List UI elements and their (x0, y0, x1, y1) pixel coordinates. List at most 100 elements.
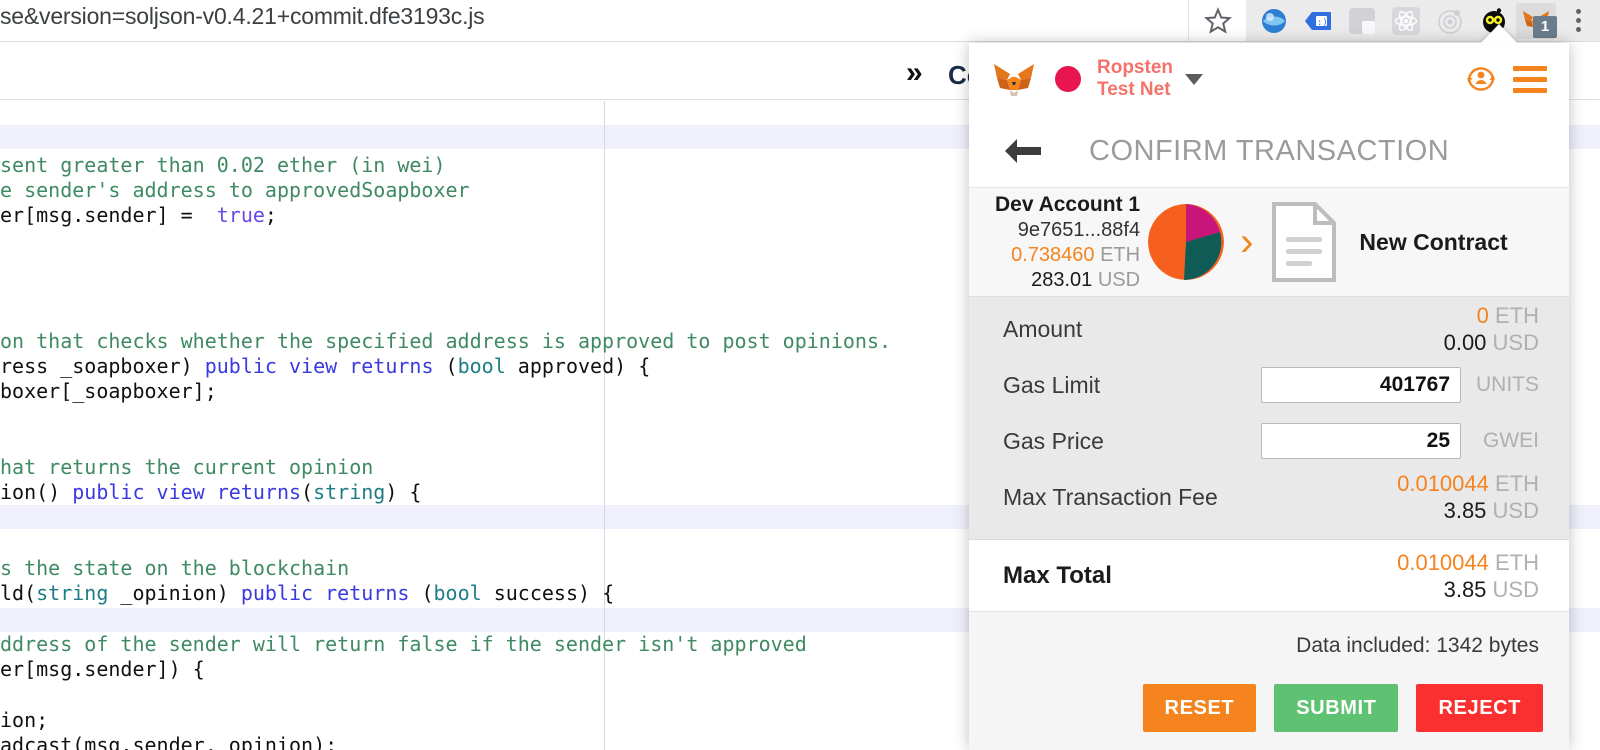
code-token: er[msg.sender] = (0, 203, 205, 227)
code-token: ion() (0, 480, 72, 504)
metamask-title-row: CONFIRM TRANSACTION (969, 115, 1569, 187)
data-included-note: Data included: 1342 bytes (1296, 634, 1539, 658)
code-token: ( (446, 354, 458, 378)
max-total-usd-unit: USD (1493, 577, 1539, 602)
account-switch-icon[interactable] (1463, 62, 1499, 96)
reset-button[interactable]: RESET (1143, 684, 1257, 732)
unit-primary: ETH (1495, 471, 1539, 496)
code-token: sent greater than 0.02 ether (in wei) (0, 153, 446, 177)
detail-row-value: UNITS (1261, 367, 1539, 403)
unit-primary: ETH (1495, 303, 1539, 328)
metamask-fox-logo-icon (991, 59, 1037, 99)
code-token: public view returns (72, 480, 301, 504)
max-total-values: 0.010044 ETH 3.85 USD (1397, 549, 1539, 603)
max-total-eth-unit: ETH (1495, 550, 1539, 575)
sender-address: 9e7651...88f4 (995, 218, 1140, 243)
gas-price-input[interactable] (1261, 423, 1461, 459)
header-actions (1463, 62, 1547, 96)
code-token: ress _soapboxer) (0, 354, 205, 378)
sender-balance-usd-value: 283.01 (1031, 269, 1092, 291)
code-token: ( (301, 480, 313, 504)
reject-button[interactable]: REJECT (1416, 684, 1543, 732)
gas-limit-input[interactable] (1261, 367, 1461, 403)
code-line: er[msg.sender]) { (0, 657, 205, 682)
sender-identicon-avatar (1148, 204, 1224, 280)
code-token: string (313, 480, 385, 504)
three-dot-menu-icon[interactable] (1556, 0, 1600, 41)
hamburger-menu-icon[interactable] (1513, 66, 1547, 93)
sender-balance-eth-value: 0.738460 (1011, 244, 1094, 266)
back-arrow-icon[interactable] (1001, 134, 1047, 168)
recipient-label: New Contract (1359, 229, 1507, 256)
code-line: ion() public view returns(string) { (0, 480, 421, 505)
code-line: e sender's address to approvedSoapboxer (0, 178, 470, 203)
detail-row-label: Gas Price (1003, 428, 1104, 455)
value-stack: 0 ETH 0.00 USD (1444, 302, 1539, 356)
code-token: adcast(msg.sender, opinion); (0, 733, 337, 750)
orbit-extension-icon[interactable] (1428, 0, 1472, 41)
sender-account[interactable]: Dev Account 1 9e7651...88f4 0.738460 ETH… (995, 191, 1140, 293)
document-icon (1269, 201, 1339, 283)
network-name-line2: Test Net (1097, 79, 1171, 100)
value-primary: 0 (1477, 303, 1489, 328)
unit-secondary: USD (1493, 330, 1539, 355)
detail-row-value: 0 ETH 0.00 USD (1444, 302, 1539, 356)
code-token: approved) { (506, 354, 651, 378)
code-line: s the state on the blockchain (0, 556, 349, 581)
gray-square-extension-icon[interactable] (1340, 0, 1384, 41)
sender-balance-usd-unit: USD (1098, 269, 1140, 291)
bookmark-star-icon[interactable] (1188, 0, 1246, 41)
detail-row: Gas Limit UNITS (969, 357, 1569, 413)
address-bar-text[interactable]: se&version=soljson-v0.4.21+commit.dfe319… (0, 3, 484, 30)
direction-chevron-icon: › (1240, 222, 1253, 262)
overflow-chevron-icon[interactable]: » (906, 56, 923, 90)
metamask-popup: Ropsten Test Net CONFIRM TRANSA (969, 43, 1569, 750)
code-token: ion; (0, 708, 48, 732)
blue-globe-extension-icon[interactable] (1252, 0, 1296, 41)
sender-account-name: Dev Account 1 (995, 191, 1140, 218)
action-buttons: RESET SUBMIT REJECT (1143, 684, 1543, 732)
extensions-strip: :) (1246, 0, 1600, 41)
code-line: ion; (0, 708, 48, 733)
code-line: ress _soapboxer) public view returns (bo… (0, 354, 650, 379)
detail-row-value: GWEI (1261, 423, 1539, 459)
code-token: public view returns (205, 354, 446, 378)
chevron-down-icon[interactable] (1185, 74, 1203, 85)
code-token: e sender's address to approvedSoapboxer (0, 178, 470, 202)
detail-row-label: Amount (1003, 316, 1082, 343)
detail-row: Max Transaction Fee0.010044 ETH3.85 USD (969, 469, 1569, 525)
browser-toolbar: se&version=soljson-v0.4.21+commit.dfe319… (0, 0, 1600, 41)
metamask-fox-icon[interactable]: 1 (1516, 3, 1556, 39)
detail-row: Amount 0 ETH 0.00 USD (969, 301, 1569, 357)
submit-button[interactable]: SUBMIT (1274, 684, 1398, 732)
code-token: success) { (482, 581, 614, 605)
unit-label: GWEI (1461, 429, 1539, 453)
sender-balance-usd: 283.01 USD (995, 268, 1140, 293)
value-primary: 0.010044 (1397, 471, 1489, 496)
code-token: ( (409, 581, 433, 605)
network-name-line1: Ropsten (1097, 57, 1173, 78)
code-line: adcast(msg.sender, opinion); (0, 733, 337, 750)
metamask-footer: Data included: 1342 bytes RESET SUBMIT REJ… (969, 611, 1569, 750)
screen-root: se&version=soljson-v0.4.21+commit.dfe319… (0, 0, 1600, 750)
value-secondary: 0.00 (1444, 330, 1487, 355)
code-token: s the state on the blockchain (0, 556, 349, 580)
svg-text::): :) (1317, 18, 1328, 28)
sender-balance-eth-unit: ETH (1100, 244, 1140, 266)
max-total-row: Max Total 0.010044 ETH 3.85 USD (969, 539, 1569, 611)
code-token: bool (458, 354, 506, 378)
code-line: boxer[_soapboxer]; (0, 379, 217, 404)
blue-tag-extension-icon[interactable]: :) (1296, 0, 1340, 41)
code-token: boxer[_soapboxer]; (0, 379, 217, 403)
network-name[interactable]: Ropsten Test Net (1097, 57, 1173, 101)
max-total-eth-value: 0.010044 (1397, 550, 1489, 575)
react-devtools-icon[interactable] (1384, 0, 1428, 41)
max-total-usd-value: 3.85 (1444, 577, 1487, 602)
metamask-notification-badge: 1 (1533, 16, 1557, 38)
max-total-label: Max Total (1003, 562, 1112, 590)
code-token: on that checks whether the specified add… (0, 329, 891, 353)
code-token: er[msg.sender]) { (0, 657, 205, 681)
detail-row-value: 0.010044 ETH3.85 USD (1397, 470, 1539, 524)
code-line: on that checks whether the specified add… (0, 329, 891, 354)
detail-row-label: Gas Limit (1003, 372, 1100, 399)
